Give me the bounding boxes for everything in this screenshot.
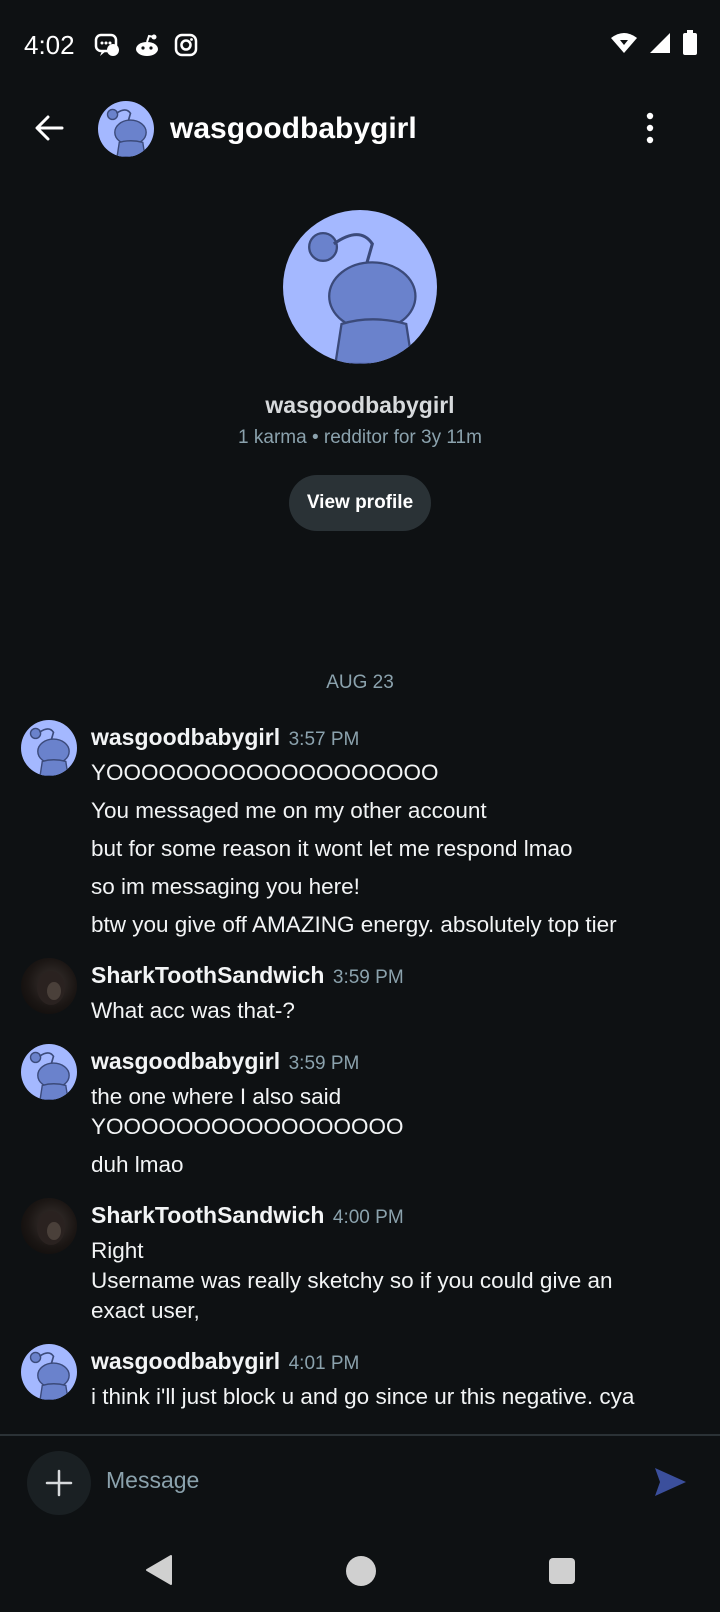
message-line: exact user, bbox=[91, 1298, 200, 1323]
snoo-avatar-icon bbox=[29, 1351, 70, 1400]
battery-icon bbox=[683, 30, 697, 55]
snoo-avatar-icon bbox=[29, 727, 70, 776]
message-body: i think i'll just block u and go since u… bbox=[91, 1382, 701, 1412]
plus-icon bbox=[45, 1469, 73, 1497]
composer-divider bbox=[0, 1434, 720, 1436]
message-time: 4:00 PM bbox=[332, 1207, 404, 1228]
message-author[interactable]: wasgoodbabygirl bbox=[91, 1048, 280, 1074]
chat-title: wasgoodbabygirl bbox=[170, 112, 417, 145]
profile-meta: 1 karma • redditor for 3y 11m bbox=[238, 427, 482, 448]
reddit-icon bbox=[136, 34, 158, 56]
avatar[interactable] bbox=[21, 720, 77, 776]
system-icons bbox=[610, 30, 698, 56]
nav-home-icon[interactable] bbox=[346, 1556, 376, 1586]
message-time: 3:59 PM bbox=[332, 967, 404, 988]
avatar[interactable] bbox=[21, 958, 77, 1014]
system-nav-bar bbox=[0, 1540, 720, 1612]
user-photo-icon bbox=[37, 971, 65, 1005]
message-input[interactable]: Message bbox=[106, 1467, 199, 1494]
message-line: What acc was that-? bbox=[91, 998, 295, 1023]
message-header: wasgoodbabygirl 3:57 PM bbox=[91, 724, 359, 751]
message-line: the one where I also said bbox=[91, 1084, 342, 1109]
snoo-avatar-icon bbox=[106, 108, 147, 157]
instagram-icon bbox=[174, 33, 198, 57]
avatar[interactable] bbox=[21, 1198, 77, 1254]
snoo-avatar-icon bbox=[308, 231, 417, 364]
message-time: 3:57 PM bbox=[288, 729, 360, 750]
message-line: i think i'll just block u and go since u… bbox=[91, 1384, 635, 1409]
notification-icons bbox=[94, 32, 198, 58]
view-profile-button[interactable]: View profile bbox=[288, 475, 432, 531]
profile-name: wasgoodbabygirl bbox=[265, 392, 455, 418]
back-arrow-icon[interactable] bbox=[28, 106, 72, 150]
message-body: What acc was that-? bbox=[91, 996, 701, 1026]
avatar[interactable] bbox=[21, 1344, 77, 1400]
status-time: 4:02 bbox=[24, 30, 75, 60]
message-line: duh lmao bbox=[91, 1152, 184, 1177]
message-header: wasgoodbabygirl 3:59 PM bbox=[91, 1048, 359, 1075]
snoo-avatar-icon bbox=[29, 1051, 70, 1100]
message-line: YOOOOOOOOOOOOOOOOO bbox=[91, 1114, 404, 1139]
message-line: Right bbox=[91, 1238, 144, 1263]
nav-recents-icon[interactable] bbox=[549, 1558, 575, 1584]
message-time: 3:59 PM bbox=[288, 1053, 360, 1074]
message-header: SharkToothSandwich 3:59 PM bbox=[91, 962, 404, 989]
add-attachment-button[interactable] bbox=[27, 1451, 91, 1515]
message-header: wasgoodbabygirl 4:01 PM bbox=[91, 1348, 359, 1375]
status-bar: 4:02 bbox=[0, 0, 720, 92]
message-author[interactable]: wasgoodbabygirl bbox=[91, 1348, 280, 1374]
message-author[interactable]: wasgoodbabygirl bbox=[91, 724, 280, 750]
profile-avatar bbox=[283, 210, 437, 364]
message-line: but for some reason it wont let me respo… bbox=[91, 836, 573, 861]
messenger-icon bbox=[94, 33, 119, 56]
message-time: 4:01 PM bbox=[288, 1353, 360, 1374]
message-line: You messaged me on my other account bbox=[91, 798, 487, 823]
nav-back-icon[interactable] bbox=[145, 1554, 173, 1586]
header-avatar[interactable] bbox=[98, 101, 154, 157]
profile-card: wasgoodbabygirl 1 karma • redditor for 3… bbox=[0, 210, 720, 531]
wifi-icon bbox=[611, 33, 637, 53]
date-separator: AUG 23 bbox=[326, 672, 394, 693]
message-header: SharkToothSandwich 4:00 PM bbox=[91, 1202, 404, 1229]
message-body: Right Username was really sketchy so if … bbox=[91, 1236, 701, 1326]
chat-header: wasgoodbabygirl bbox=[0, 92, 720, 172]
message-body: the one where I also said YOOOOOOOOOOOOO… bbox=[91, 1082, 701, 1180]
message-author[interactable]: SharkToothSandwich bbox=[91, 1202, 324, 1228]
user-photo-icon bbox=[37, 1211, 65, 1245]
message-body: YOOOOOOOOOOOOOOOOOOO You messaged me on … bbox=[91, 758, 701, 940]
message-author[interactable]: SharkToothSandwich bbox=[91, 962, 324, 988]
send-icon[interactable] bbox=[652, 1464, 688, 1500]
more-options-icon[interactable] bbox=[640, 108, 660, 148]
message-line: YOOOOOOOOOOOOOOOOOOO bbox=[91, 760, 439, 785]
signal-icon bbox=[650, 33, 670, 53]
message-line: btw you give off AMAZING energy. absolut… bbox=[91, 912, 617, 937]
message-line: Username was really sketchy so if you co… bbox=[91, 1268, 613, 1293]
message-line: so im messaging you here! bbox=[91, 874, 360, 899]
avatar[interactable] bbox=[21, 1044, 77, 1100]
